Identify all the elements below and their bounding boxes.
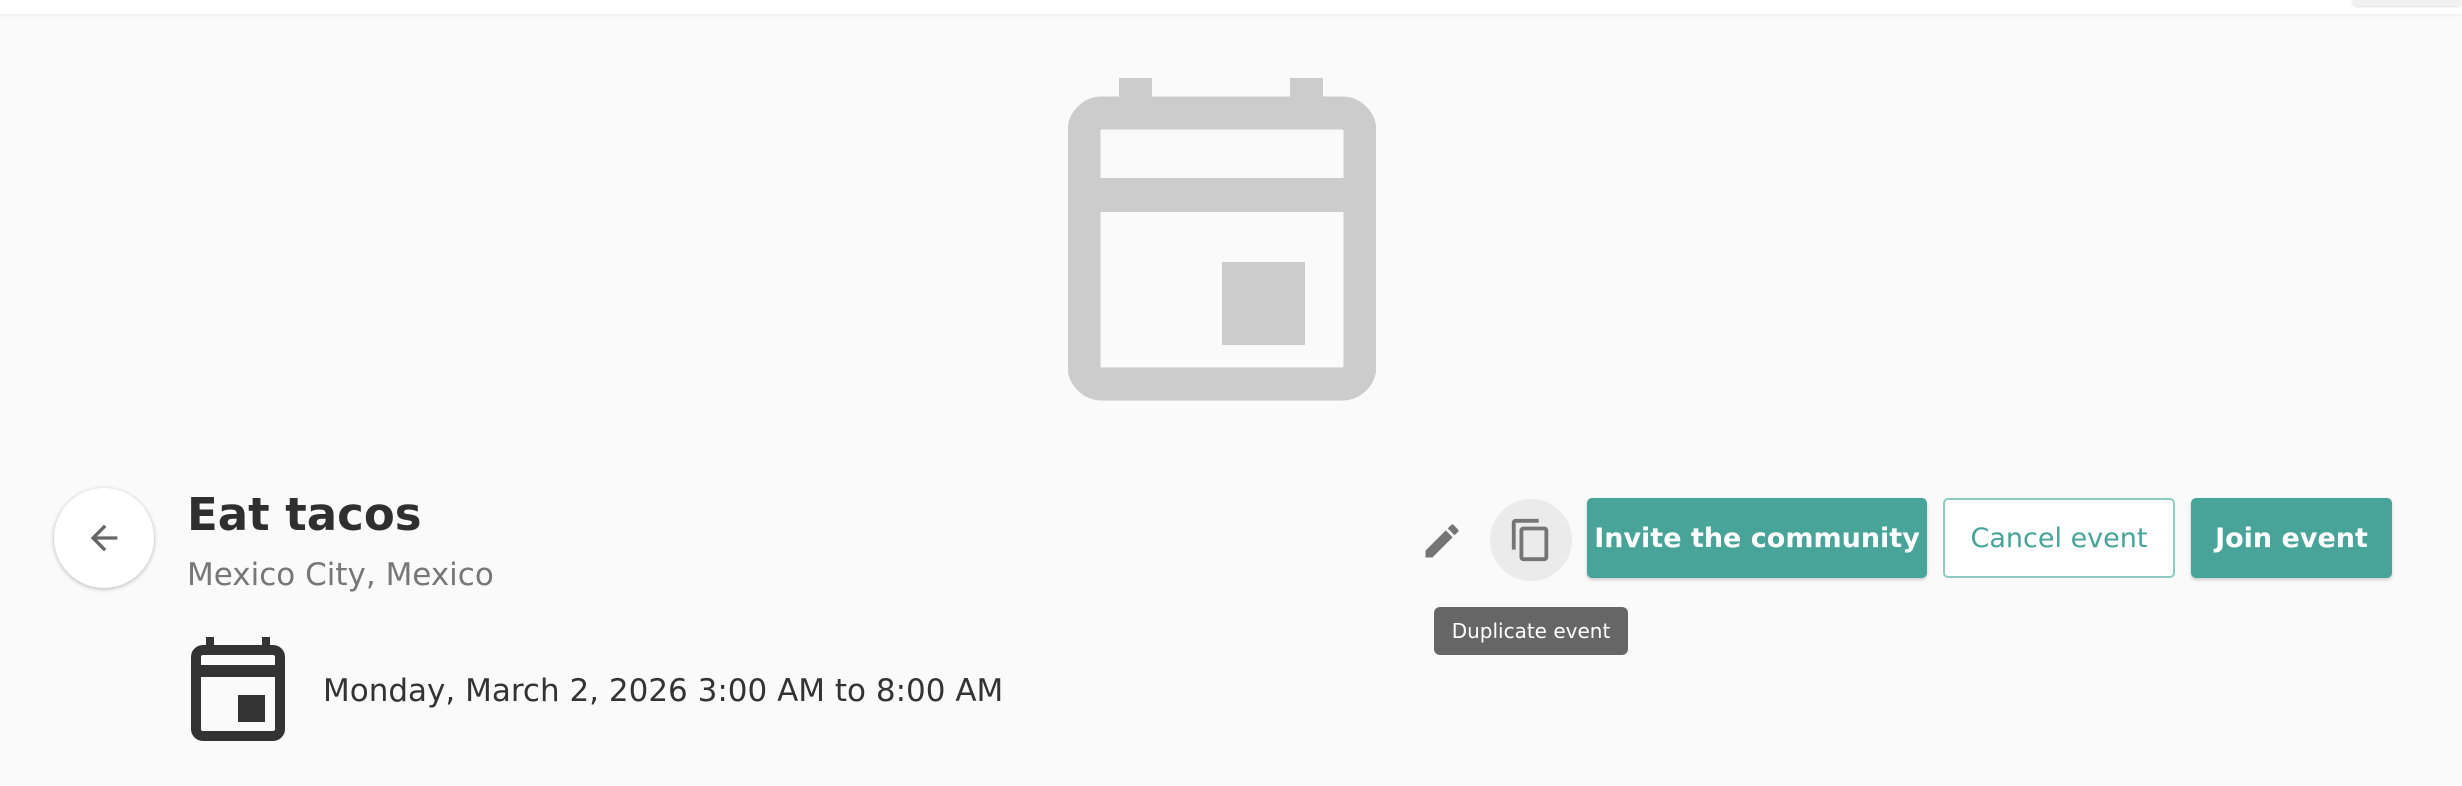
pencil-icon [1425, 524, 1459, 558]
cancel-event-button[interactable]: Cancel event [1943, 498, 2175, 578]
calendar-icon [191, 637, 285, 741]
event-date: Monday, March 2, 2026 3:00 AM to 8:00 AM [323, 673, 1004, 709]
edit-event-button[interactable] [1412, 511, 1472, 571]
back-button[interactable] [54, 488, 154, 588]
duplicate-event-tooltip: Duplicate event [1434, 607, 1628, 655]
event-location: Mexico City, Mexico [187, 557, 494, 593]
event-hero-image [1068, 78, 1376, 414]
duplicate-event-button[interactable] [1490, 499, 1572, 581]
event-title: Eat tacos [187, 488, 422, 541]
arrow-left-icon [90, 524, 118, 552]
top-bar-tab[interactable] [2352, 0, 2462, 6]
calendar-icon [1068, 78, 1376, 401]
date-icon-wrapper [191, 637, 285, 741]
join-event-button[interactable]: Join event [2191, 498, 2392, 578]
top-bar [0, 0, 2462, 14]
copy-icon [1511, 518, 1549, 562]
invite-community-button[interactable]: Invite the community [1587, 498, 1927, 578]
